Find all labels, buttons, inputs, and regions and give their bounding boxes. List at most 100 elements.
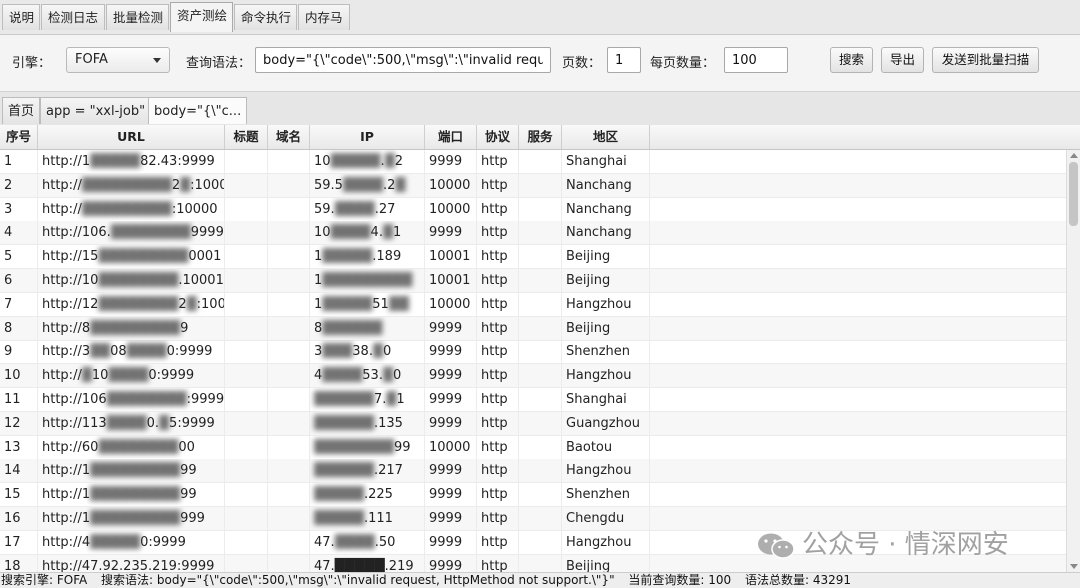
cell-port: 9999 (425, 530, 477, 554)
cell-protocol: http (477, 340, 519, 364)
col-header-title[interactable]: 标题 (225, 125, 268, 149)
table-row[interactable]: 8 http://8▓▓▓▓▓▓▓▓▓9 8▓▓▓▓▓▓ 9999 http Beijin… (0, 316, 1066, 341)
table-row[interactable]: 1 http://1▓▓▓▓▓82.43:9999 10▓▓▓▓▓.▓2 9999 ht… (0, 150, 1066, 174)
cell-title (225, 459, 268, 483)
col-header-no[interactable]: 序号 (0, 125, 38, 149)
cell-protocol: http (477, 530, 519, 554)
cell-service (519, 292, 562, 316)
cell-port: 9999 (425, 459, 477, 483)
cell-service (519, 340, 562, 364)
cell-service (519, 150, 562, 173)
cell-ip: 1▓▓▓▓▓51▓▓ (310, 292, 425, 316)
cell-port: 9999 (425, 364, 477, 388)
table-row[interactable]: 13 http://60▓▓▓▓▓▓▓▓00 ▓▓▓▓▓▓▓▓99 10000 http… (0, 435, 1066, 460)
cell-ip: ▓▓▓▓▓▓▓▓99 (310, 435, 425, 459)
table-row[interactable]: 7http://12▓▓▓▓▓▓▓▓2▓:10000 1▓▓▓▓▓51▓▓1000… (0, 292, 1066, 317)
table-row[interactable]: 15 http://1▓▓▓▓▓▓▓▓▓99 ▓▓▓▓▓.225 9999 http Sh… (0, 483, 1066, 508)
cell-domain (268, 269, 310, 292)
cell-title (225, 173, 268, 197)
cell-region: Baotou (562, 435, 650, 459)
cell-no: 11 (0, 388, 38, 411)
cell-no: 13 (0, 435, 38, 459)
col-header-port[interactable]: 端口 (425, 125, 477, 149)
table-row[interactable]: 4 http://106.▓▓▓▓▓▓▓▓9999 10▓▓▓▓4.▓1 9999 ht… (0, 221, 1066, 246)
cell-title (225, 221, 268, 245)
cell-protocol: http (477, 150, 519, 173)
main-tab-bar: 说明 检测日志 批量检测 资产测绘 命令执行 内存马 (0, 0, 1080, 35)
tab-detect-log[interactable]: 检测日志 (41, 4, 105, 30)
result-tab-bar: 首页 app = "xxl-job" body="{\"c... (0, 91, 1080, 126)
cell-service (519, 507, 562, 530)
col-header-protocol[interactable]: 协议 (477, 125, 519, 149)
cell-ip: ▓▓▓▓▓▓.135 (310, 411, 425, 435)
result-tab-body-query[interactable]: body="{\"c... (148, 97, 248, 124)
table-row[interactable]: 14 http://1▓▓▓▓▓▓▓▓▓99 ▓▓▓▓▓▓.217 9999 http H… (0, 459, 1066, 484)
cell-title (225, 269, 268, 292)
scroll-down-icon[interactable] (1070, 564, 1078, 569)
col-header-url[interactable]: URL (38, 125, 225, 149)
per-page-input[interactable] (724, 47, 788, 73)
result-tab-xxl-job[interactable]: app = "xxl-job" (40, 97, 152, 124)
cell-port: 9999 (425, 316, 477, 340)
cell-title (225, 292, 268, 316)
cell-port: 10000 (425, 435, 477, 459)
table-row[interactable]: 5 http://15▓▓▓▓▓▓▓▓▓0001 1▓▓▓▓▓.189 10001 ht… (0, 245, 1066, 270)
send-to-batch-button[interactable]: 发送到批量扫描 (932, 47, 1039, 73)
tab-batch-detect[interactable]: 批量检测 (106, 4, 169, 30)
cell-ip: 47.▓▓▓▓.50 (310, 530, 425, 554)
cell-no: 16 (0, 507, 38, 530)
cell-domain (268, 435, 310, 459)
tab-command-exec[interactable]: 命令执行 (234, 4, 297, 30)
export-button[interactable]: 导出 (881, 47, 924, 73)
cell-protocol: http (477, 245, 519, 269)
col-header-domain[interactable]: 域名 (268, 125, 310, 149)
table-row[interactable]: 2http://▓▓▓▓▓▓▓▓▓2▓:10000 59.5▓▓▓▓.2▓1000… (0, 173, 1066, 198)
vertical-scrollbar[interactable] (1066, 150, 1080, 572)
table-row[interactable]: 12 http://113▓▓▓▓0.▓5:9999 ▓▓▓▓▓▓.135 9999 h… (0, 411, 1066, 436)
pages-input[interactable] (607, 47, 641, 73)
table-row[interactable]: 11 http://106▓▓▓▓▓▓▓▓:9999 ▓▓▓▓▓▓7.▓1 9999 h… (0, 388, 1066, 412)
search-button[interactable]: 搜索 (830, 47, 873, 73)
scroll-up-icon[interactable] (1070, 153, 1078, 158)
cell-service (519, 411, 562, 435)
scrollbar-thumb[interactable] (1069, 162, 1078, 226)
table-row[interactable]: 10 http://▓10▓▓▓▓0:9999 4▓▓▓▓53.▓0 9999 http… (0, 364, 1066, 389)
cell-title (225, 340, 268, 364)
cell-region: Hangzhou (562, 459, 650, 483)
cell-region: Guangzhou (562, 411, 650, 435)
col-header-region[interactable]: 地区 (562, 125, 650, 149)
syntax-input[interactable] (255, 47, 551, 73)
cell-ip: 59.▓▓▓▓.27 (310, 197, 425, 221)
col-header-service[interactable]: 服务 (519, 125, 562, 149)
cell-region: Shanghai (562, 388, 650, 411)
cell-port: 9999 (425, 483, 477, 507)
engine-select[interactable]: FOFA (66, 47, 170, 73)
col-header-ip[interactable]: IP (310, 125, 425, 149)
cell-no: 8 (0, 316, 38, 340)
table-row[interactable]: 6 http://10▓▓▓▓▓▓▓▓.10001 1▓▓▓▓▓▓▓▓▓ 10001 h… (0, 269, 1066, 293)
cell-title (225, 483, 268, 507)
cell-url: http://1▓▓▓▓▓82.43:9999 (38, 150, 225, 173)
cell-region: Beijing (562, 316, 650, 340)
tab-memory-shell[interactable]: 内存马 (298, 4, 350, 30)
cell-port: 10000 (425, 173, 477, 197)
cell-region: Nanchang (562, 197, 650, 221)
cell-domain (268, 507, 310, 530)
cell-ip: 10▓▓▓▓4.▓1 (310, 221, 425, 245)
tab-asset-mapping[interactable]: 资产测绘 (170, 2, 233, 32)
cell-no: 7 (0, 292, 38, 316)
cell-no: 12 (0, 411, 38, 435)
chevron-down-icon (153, 58, 161, 63)
cell-domain (268, 173, 310, 197)
cell-port: 10001 (425, 245, 477, 269)
tab-readme[interactable]: 说明 (2, 4, 40, 30)
cell-no: 17 (0, 530, 38, 554)
status-total-count: 语法总数量: 43291 (745, 573, 852, 587)
result-tab-home[interactable]: 首页 (2, 97, 41, 124)
cell-no: 14 (0, 459, 38, 483)
status-engine: 搜索引擎: FOFA (1, 573, 88, 587)
table-row[interactable]: 9 http://3▓▓08▓▓▓▓0:9999 3▓▓▓38.▓0 9999 http… (0, 340, 1066, 365)
table-row[interactable]: 3 http://▓▓▓▓▓▓▓▓▓:10000 59.▓▓▓▓.27 10000 ht… (0, 197, 1066, 222)
cell-title (225, 245, 268, 269)
cell-region: Beijing (562, 269, 650, 292)
